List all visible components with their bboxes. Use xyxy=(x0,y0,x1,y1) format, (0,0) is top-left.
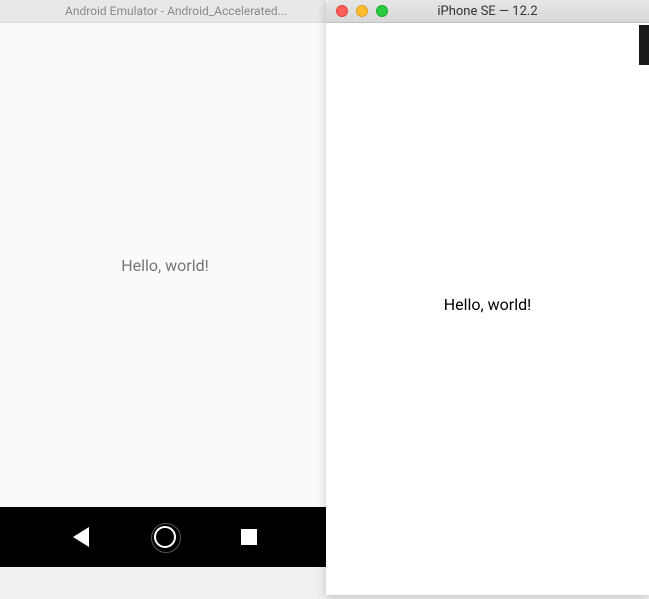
recent-apps-icon[interactable] xyxy=(241,529,257,545)
close-icon[interactable] xyxy=(336,5,348,17)
android-window-title: Android Emulator - Android_Accelerated..… xyxy=(0,0,330,23)
window-controls xyxy=(326,5,388,17)
device-frame-edge xyxy=(639,25,649,65)
ios-hello-text: Hello, world! xyxy=(444,295,532,314)
minimize-icon[interactable] xyxy=(356,5,368,17)
android-screen[interactable]: Hello, world! xyxy=(0,23,330,507)
ios-screen[interactable]: Hello, world! xyxy=(326,23,649,595)
ios-simulator-window: iPhone SE — 12.2 Hello, world! xyxy=(326,0,649,595)
home-icon[interactable] xyxy=(154,526,176,548)
android-hello-text: Hello, world! xyxy=(121,256,209,275)
back-icon[interactable] xyxy=(73,527,89,547)
ios-window-titlebar[interactable]: iPhone SE — 12.2 xyxy=(326,0,649,23)
android-navigation-bar xyxy=(0,507,330,567)
maximize-icon[interactable] xyxy=(376,5,388,17)
android-emulator-window: Android Emulator - Android_Accelerated..… xyxy=(0,0,330,567)
